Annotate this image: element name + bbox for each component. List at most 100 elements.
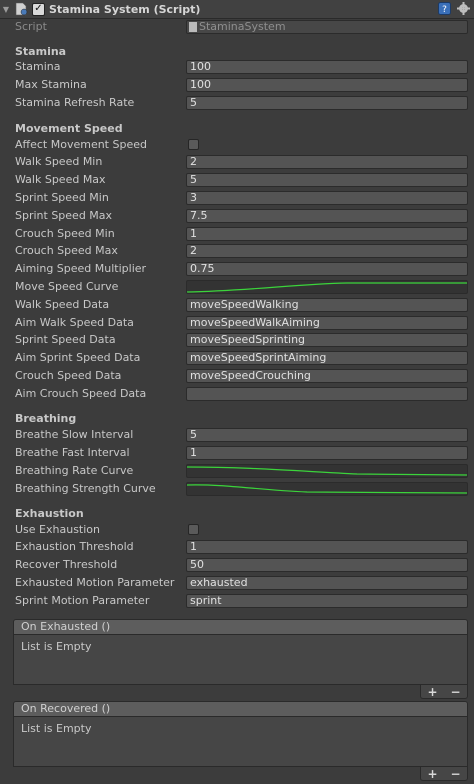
on-recovered-add-icon[interactable]: +	[427, 767, 437, 781]
component-header: ▼ ✓ Stamina System (Script) ?	[0, 0, 474, 19]
affect-movement-checkbox[interactable]	[188, 139, 199, 150]
aim-walk-speed-data-label: Aim Walk Speed Data	[15, 316, 134, 329]
script-row: Script StaminaSystem	[0, 18, 474, 36]
sprint-motion-parameter-label: Sprint Motion Parameter	[15, 594, 150, 607]
breathing-strength-curve-field[interactable]	[186, 482, 468, 496]
help-icon[interactable]: ?	[438, 2, 451, 15]
crouch-speed-data-field[interactable]: moveSpeedCrouching	[186, 369, 468, 383]
crouch-speed-min-field[interactable]: 1	[186, 227, 468, 241]
breathing-strength-curve-label: Breathing Strength Curve	[15, 482, 156, 495]
breathing-heading: Breathing	[15, 412, 77, 425]
walk-speed-data-field[interactable]: moveSpeedWalking	[186, 298, 468, 312]
aim-crouch-speed-data-label: Aim Crouch Speed Data	[15, 387, 147, 400]
max-stamina-field[interactable]: 100	[186, 78, 468, 92]
walk-speed-min-label: Walk Speed Min	[15, 155, 103, 168]
aim-crouch-speed-data-row: Aim Crouch Speed Data	[0, 385, 474, 403]
crouch-speed-min-row: Crouch Speed Min 1	[0, 225, 474, 243]
breathe-fast-row: Breathe Fast Interval 1	[0, 444, 474, 462]
crouch-speed-max-row: Crouch Speed Max 2	[0, 242, 474, 260]
settings-gear-icon[interactable]	[457, 2, 470, 15]
stamina-field[interactable]: 100	[186, 60, 468, 74]
walk-speed-max-field[interactable]: 5	[186, 173, 468, 187]
on-exhausted-event: On Exhausted () List is Empty + −	[13, 619, 468, 699]
use-exhaustion-checkbox[interactable]	[188, 524, 199, 535]
aiming-multiplier-field[interactable]: 0.75	[186, 262, 468, 276]
breathe-fast-label: Breathe Fast Interval	[15, 446, 130, 459]
exhausted-motion-parameter-row: Exhausted Motion Parameter exhausted	[0, 574, 474, 592]
affect-movement-row: Affect Movement Speed	[0, 136, 474, 154]
breathing-rate-curve-label: Breathing Rate Curve	[15, 464, 134, 477]
on-exhausted-add-icon[interactable]: +	[427, 685, 437, 699]
walk-speed-min-field[interactable]: 2	[186, 155, 468, 169]
stamina-refresh-field[interactable]: 5	[186, 96, 468, 110]
exhaustion-threshold-field[interactable]: 1	[186, 540, 468, 554]
sprint-speed-min-label: Sprint Speed Min	[15, 191, 109, 204]
aim-sprint-speed-data-row: Aim Sprint Speed Data moveSpeedSprintAim…	[0, 349, 474, 367]
sprint-motion-parameter-field[interactable]: sprint	[186, 594, 468, 608]
aim-sprint-speed-data-label: Aim Sprint Speed Data	[15, 351, 141, 364]
exhausted-motion-parameter-field[interactable]: exhausted	[186, 576, 468, 590]
breathing-rate-curve-field[interactable]	[186, 464, 468, 478]
on-exhausted-title: On Exhausted ()	[13, 619, 468, 635]
sprint-speed-max-field[interactable]: 7.5	[186, 209, 468, 223]
foldout-arrow-icon[interactable]: ▼	[0, 0, 12, 18]
walk-speed-data-label: Walk Speed Data	[15, 298, 110, 311]
breathe-slow-field[interactable]: 5	[186, 428, 468, 442]
script-label: Script	[15, 20, 47, 33]
breathing-rate-curve-graph	[187, 466, 467, 476]
sprint-speed-min-row: Sprint Speed Min 3	[0, 189, 474, 207]
on-recovered-remove-icon[interactable]: −	[450, 767, 460, 781]
sprint-speed-data-label: Sprint Speed Data	[15, 333, 116, 346]
on-recovered-footer: + −	[420, 767, 468, 781]
movement-heading: Movement Speed	[15, 122, 123, 135]
max-stamina-row: Max Stamina 100	[0, 76, 474, 94]
breathe-slow-row: Breathe Slow Interval 5	[0, 426, 474, 444]
sprint-speed-data-field[interactable]: moveSpeedSprinting	[186, 333, 468, 347]
sprint-speed-min-field[interactable]: 3	[186, 191, 468, 205]
aim-sprint-speed-data-field[interactable]: moveSpeedSprintAiming	[186, 351, 468, 365]
move-speed-curve-row: Move Speed Curve	[0, 278, 474, 296]
affect-movement-label: Affect Movement Speed	[15, 138, 147, 151]
use-exhaustion-row: Use Exhaustion	[0, 521, 474, 539]
script-value: StaminaSystem	[199, 20, 286, 33]
stamina-refresh-row: Stamina Refresh Rate 5	[0, 94, 474, 112]
use-exhaustion-label: Use Exhaustion	[15, 523, 100, 536]
sprint-speed-max-row: Sprint Speed Max 7.5	[0, 207, 474, 225]
aim-crouch-speed-data-field[interactable]	[186, 387, 468, 401]
breathe-fast-field[interactable]: 1	[186, 446, 468, 460]
stamina-row: Stamina 100	[0, 58, 474, 76]
walk-speed-data-row: Walk Speed Data moveSpeedWalking	[0, 296, 474, 314]
component-enabled-checkbox[interactable]: ✓	[32, 2, 45, 16]
recover-threshold-field[interactable]: 50	[186, 558, 468, 572]
exhaustion-threshold-label: Exhaustion Threshold	[15, 540, 134, 553]
svg-text:?: ?	[442, 5, 447, 15]
move-speed-curve-label: Move Speed Curve	[15, 280, 119, 293]
exhaustion-heading: Exhaustion	[15, 507, 84, 520]
on-exhausted-list: List is Empty	[13, 635, 468, 685]
crouch-speed-data-label: Crouch Speed Data	[15, 369, 122, 382]
sprint-speed-data-row: Sprint Speed Data moveSpeedSprinting	[0, 331, 474, 349]
walk-speed-min-row: Walk Speed Min 2	[0, 153, 474, 171]
stamina-heading: Stamina	[15, 45, 67, 58]
on-exhausted-remove-icon[interactable]: −	[450, 685, 460, 699]
stamina-refresh-label: Stamina Refresh Rate	[15, 96, 135, 109]
crouch-speed-max-label: Crouch Speed Max	[15, 244, 118, 257]
crouch-speed-min-label: Crouch Speed Min	[15, 227, 115, 240]
on-exhausted-empty-text: List is Empty	[21, 640, 92, 653]
walk-speed-max-label: Walk Speed Max	[15, 173, 106, 186]
crouch-speed-data-row: Crouch Speed Data moveSpeedCrouching	[0, 367, 474, 385]
on-recovered-list: List is Empty	[13, 717, 468, 767]
breathing-strength-curve-graph	[187, 484, 467, 494]
script-field[interactable]: StaminaSystem	[186, 20, 468, 34]
on-exhausted-footer: + −	[420, 685, 468, 699]
aim-walk-speed-data-field[interactable]: moveSpeedWalkAiming	[186, 316, 468, 330]
exhaustion-threshold-row: Exhaustion Threshold 1	[0, 538, 474, 556]
max-stamina-label: Max Stamina	[15, 78, 87, 91]
walk-speed-max-row: Walk Speed Max 5	[0, 171, 474, 189]
move-speed-curve-field[interactable]	[186, 280, 468, 294]
breathing-rate-curve-row: Breathing Rate Curve	[0, 462, 474, 480]
sprint-motion-parameter-row: Sprint Motion Parameter sprint	[0, 592, 474, 610]
breathing-strength-curve-row: Breathing Strength Curve	[0, 480, 474, 498]
exhausted-motion-parameter-label: Exhausted Motion Parameter	[15, 576, 175, 589]
crouch-speed-max-field[interactable]: 2	[186, 244, 468, 258]
